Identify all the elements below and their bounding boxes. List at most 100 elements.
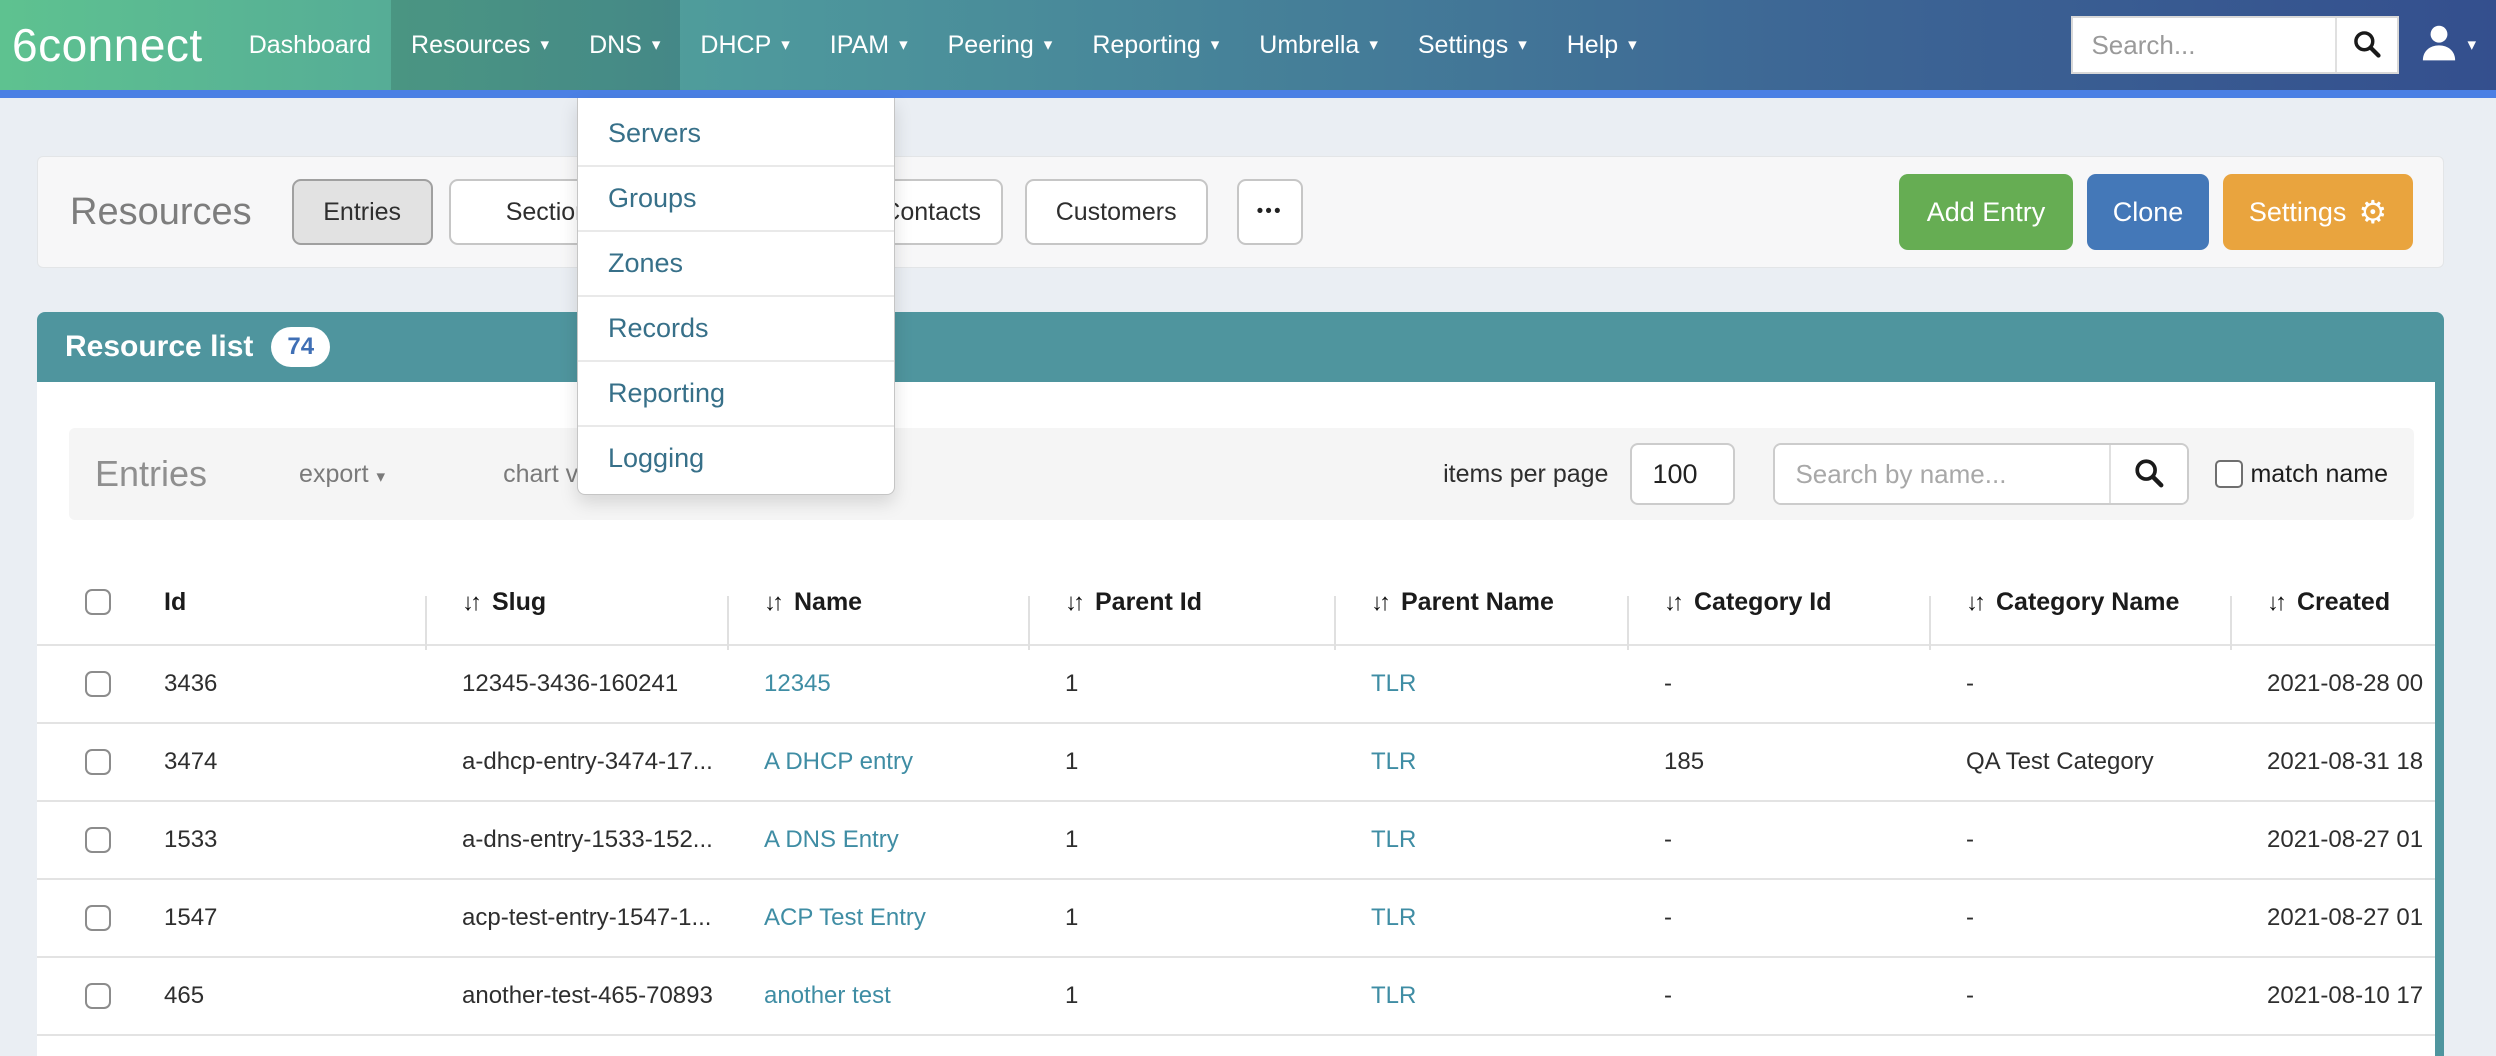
entry-name-link[interactable]: another test: [764, 982, 891, 1009]
select-all-checkbox[interactable]: [85, 589, 111, 615]
parent-name-link[interactable]: TLR: [1371, 982, 1416, 1009]
cell-created: 2021-08-31 18: [2230, 748, 2436, 776]
nav-item-help[interactable]: Help▾: [1547, 0, 1657, 90]
sort-icon: ↓↑: [462, 589, 478, 616]
cell-created: 2021-08-28 00: [2230, 670, 2436, 698]
nav-item-umbrella[interactable]: Umbrella▾: [1239, 0, 1398, 90]
match-name-checkbox[interactable]: [2215, 460, 2243, 488]
entries-table: Id ↓↑Slug ↓↑Name ↓↑Parent Id ↓↑Parent Na…: [37, 560, 2436, 1056]
entries-title: Entries: [95, 453, 207, 495]
column-header-category-id[interactable]: ↓↑Category Id: [1627, 588, 1929, 617]
chevron-down-icon: ▾: [1518, 35, 1527, 55]
tab-more-options[interactable]: •••: [1237, 179, 1303, 245]
items-per-page-input[interactable]: [1630, 443, 1735, 505]
export-dropdown[interactable]: export▾: [299, 460, 385, 489]
entry-name-link[interactable]: ACP Test Entry: [764, 904, 926, 931]
clone-button[interactable]: Clone: [2087, 174, 2209, 250]
user-icon: [2417, 21, 2461, 70]
nav-item-settings[interactable]: Settings▾: [1398, 0, 1547, 90]
dns-menu-item-records[interactable]: Records: [578, 295, 894, 360]
cell-id: 3474: [127, 748, 425, 776]
column-header-id[interactable]: Id: [127, 588, 425, 617]
chevron-down-icon: ▾: [1628, 35, 1637, 55]
cell-id: 465: [127, 982, 425, 1010]
table-row: 3474 a-dhcp-entry-3474-17... A DHCP entr…: [37, 722, 2436, 800]
row-checkbox[interactable]: [85, 749, 111, 775]
dns-menu-item-groups[interactable]: Groups: [578, 165, 894, 230]
column-header-name[interactable]: ↓↑Name: [727, 588, 1028, 617]
nav-item-resources[interactable]: Resources▾: [391, 0, 569, 90]
sort-icon: ↓↑: [1664, 589, 1680, 616]
cell-category-name: -: [1929, 670, 2230, 698]
cell-category-id: -: [1627, 982, 1929, 1010]
column-header-category-name[interactable]: ↓↑Category Name: [1929, 588, 2230, 617]
nav-item-dhcp[interactable]: DHCP▾: [680, 0, 809, 90]
resource-list-panel: Resource list 74 Entries export▾ chart v…: [37, 312, 2444, 1056]
dns-dropdown-menu: Servers Groups Zones Records Reporting L…: [577, 98, 895, 495]
cell-category-name: -: [1929, 904, 2230, 932]
parent-name-link[interactable]: TLR: [1371, 670, 1416, 697]
user-menu[interactable]: ▾: [2417, 21, 2476, 70]
parent-name-link[interactable]: TLR: [1371, 904, 1416, 931]
cell-slug: 12345-3436-160241: [425, 670, 727, 698]
tab-entries[interactable]: Entries: [292, 179, 433, 245]
table-search-button[interactable]: [2109, 445, 2187, 503]
nav-item-dashboard[interactable]: Dashboard: [229, 0, 391, 90]
resources-header-bar: Resources Entries Sections Contacts Cust…: [37, 156, 2444, 268]
cell-slug: acp-test-entry-1547-1...: [425, 904, 727, 932]
cell-id: 3436: [127, 670, 425, 698]
app-logo: 6connect: [12, 18, 203, 72]
dns-menu-item-servers[interactable]: Servers: [578, 102, 894, 165]
table-row-partial: [37, 1034, 2436, 1056]
column-header-slug[interactable]: ↓↑Slug: [425, 588, 727, 617]
entry-name-link[interactable]: 12345: [764, 670, 831, 697]
settings-button[interactable]: Settings ⚙: [2223, 174, 2413, 250]
dns-menu-item-logging[interactable]: Logging: [578, 425, 894, 490]
add-entry-button[interactable]: Add Entry: [1899, 174, 2073, 250]
top-navbar: 6connect Dashboard Resources▾ DNS▾ DHCP▾…: [0, 0, 2496, 90]
nav-item-peering[interactable]: Peering▾: [928, 0, 1073, 90]
dns-menu-item-reporting[interactable]: Reporting: [578, 360, 894, 425]
row-checkbox[interactable]: [85, 983, 111, 1009]
sort-icon: ↓↑: [764, 589, 780, 616]
dns-menu-item-zones[interactable]: Zones: [578, 230, 894, 295]
nav-item-ipam[interactable]: IPAM▾: [810, 0, 928, 90]
global-search-input[interactable]: [2073, 18, 2335, 72]
cell-parent-id: 1: [1028, 982, 1334, 1010]
chevron-down-icon: ▾: [1211, 35, 1220, 55]
parent-name-link[interactable]: TLR: [1371, 748, 1416, 775]
sort-icon: ↓↑: [1065, 589, 1081, 616]
entry-name-link[interactable]: A DNS Entry: [764, 826, 899, 853]
sort-icon: ↓↑: [2267, 589, 2283, 616]
cell-parent-id: 1: [1028, 748, 1334, 776]
cell-category-name: QA Test Category: [1929, 748, 2230, 776]
tab-customers[interactable]: Customers: [1025, 179, 1208, 245]
nav-item-dns[interactable]: DNS▾: [569, 0, 680, 90]
row-checkbox[interactable]: [85, 671, 111, 697]
table-search: [1773, 443, 2189, 505]
match-name-label: match name: [2250, 460, 2388, 489]
cell-id: 1533: [127, 826, 425, 854]
table-search-input[interactable]: [1775, 445, 2109, 503]
parent-name-link[interactable]: TLR: [1371, 826, 1416, 853]
resource-list-header: Resource list 74: [37, 312, 2444, 382]
row-checkbox[interactable]: [85, 905, 111, 931]
main-menu: Dashboard Resources▾ DNS▾ DHCP▾ IPAM▾ Pe…: [229, 0, 1657, 90]
page-title: Resources: [70, 191, 252, 234]
table-header-row: Id ↓↑Slug ↓↑Name ↓↑Parent Id ↓↑Parent Na…: [37, 560, 2436, 644]
cell-slug: a-dns-entry-1533-152...: [425, 826, 727, 854]
entry-name-link[interactable]: A DHCP entry: [764, 748, 913, 775]
cell-category-name: -: [1929, 826, 2230, 854]
navbar-accent-line: [0, 90, 2496, 98]
column-header-parent-id[interactable]: ↓↑Parent Id: [1028, 588, 1334, 617]
chevron-down-icon: ▾: [541, 35, 550, 55]
table-row: 465 another-test-465-70893 another test …: [37, 956, 2436, 1034]
cell-created: 2021-08-27 01: [2230, 904, 2436, 932]
column-header-parent-name[interactable]: ↓↑Parent Name: [1334, 588, 1627, 617]
nav-item-reporting[interactable]: Reporting▾: [1072, 0, 1239, 90]
row-checkbox[interactable]: [85, 827, 111, 853]
column-header-created[interactable]: ↓↑Created: [2230, 588, 2436, 617]
cell-parent-id: 1: [1028, 904, 1334, 932]
table-row: 1533 a-dns-entry-1533-152... A DNS Entry…: [37, 800, 2436, 878]
global-search-button[interactable]: [2335, 18, 2397, 72]
